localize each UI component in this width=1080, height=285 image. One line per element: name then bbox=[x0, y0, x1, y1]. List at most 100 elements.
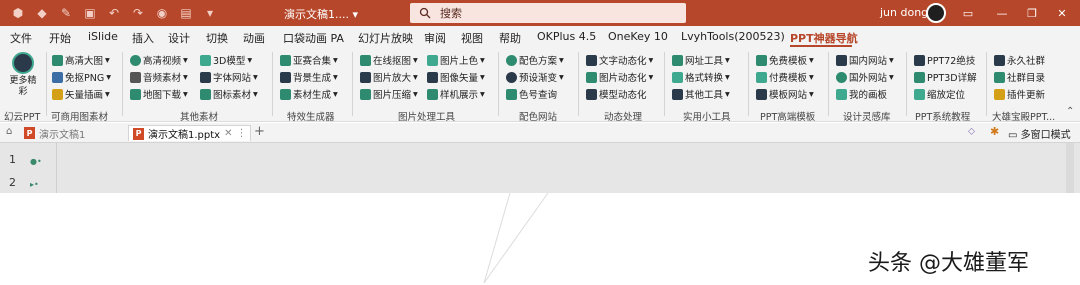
tab-review[interactable]: 审阅 bbox=[424, 30, 446, 46]
effects-collection-button[interactable]: 亚赛合集 ▾ bbox=[280, 52, 338, 68]
tab-lvyhtools[interactable]: LvyhTools(200523) bbox=[681, 30, 785, 43]
close-tab-icon[interactable]: ✕ bbox=[224, 128, 232, 139]
document-tab-active[interactable]: P 演示文稿1.pptx ✕ ⋮ bbox=[128, 125, 252, 141]
tab-islide[interactable]: iSlide bbox=[88, 30, 118, 43]
plugin-update-button[interactable]: 插件更新 bbox=[994, 86, 1045, 102]
item-label: 亚赛合集 bbox=[293, 56, 332, 67]
pin-icon[interactable]: ⬢ bbox=[8, 3, 28, 23]
save-icon[interactable]: ▣ bbox=[80, 3, 100, 23]
3d-model-button[interactable]: 3D模型 ▾ bbox=[200, 52, 252, 68]
gradient-button[interactable]: 预设渐变 ▾ bbox=[506, 69, 564, 85]
community-button[interactable]: 永久社群 bbox=[994, 52, 1045, 68]
globe-icon bbox=[836, 71, 847, 83]
tab-insert[interactable]: 插入 bbox=[132, 30, 154, 46]
shape-icon[interactable]: ◉ bbox=[152, 3, 172, 23]
icon-material-button[interactable]: 图标素材 ▾ bbox=[200, 86, 258, 102]
tab-transitions[interactable]: 切换 bbox=[206, 30, 228, 46]
restore-icon[interactable]: ❐ bbox=[1022, 4, 1042, 22]
document-tab[interactable]: P 演示文稿1 bbox=[24, 125, 85, 141]
more-button[interactable]: 更多精彩 bbox=[6, 52, 40, 106]
template-site-button[interactable]: 模板网站 ▾ bbox=[756, 86, 814, 102]
close-icon[interactable]: ✕ bbox=[1052, 4, 1072, 22]
settings-icon[interactable]: ✱ bbox=[990, 125, 999, 138]
avatar[interactable] bbox=[926, 3, 946, 23]
png-button[interactable]: 免抠PNG ▾ bbox=[52, 69, 111, 85]
tab-animations[interactable]: 动画 bbox=[243, 30, 265, 46]
hd-video-button[interactable]: 高清视频 ▾ bbox=[130, 52, 188, 68]
ppt72-button[interactable]: PPT72绝技 bbox=[914, 52, 975, 68]
tab-view[interactable]: 视图 bbox=[461, 30, 483, 46]
redo-icon[interactable]: ↷ bbox=[128, 3, 148, 23]
search-icon bbox=[410, 7, 440, 19]
online-cutout-button[interactable]: 在线抠图 ▾ bbox=[360, 52, 418, 68]
item-label: 矢量插画 bbox=[65, 90, 104, 101]
audio-button[interactable]: 音频素材 ▾ bbox=[130, 69, 188, 85]
tab-design[interactable]: 设计 bbox=[168, 30, 190, 46]
multi-window-mode-button[interactable]: ▭ 多窗口模式 bbox=[1008, 126, 1071, 141]
format-convert-button[interactable]: 格式转换 ▾ bbox=[672, 69, 730, 85]
url-tool-button[interactable]: 网址工具 ▾ bbox=[672, 52, 730, 68]
minimize-icon[interactable]: — bbox=[992, 4, 1012, 22]
tab-slideshow[interactable]: 幻灯片放映 bbox=[358, 30, 413, 46]
collapse-ribbon-icon[interactable]: ⌃ bbox=[1066, 106, 1074, 117]
slide-number[interactable]: 2 bbox=[9, 176, 16, 189]
hd-image-button[interactable]: 高清大图 ▾ bbox=[52, 52, 110, 68]
color-code-button[interactable]: 色号查询 bbox=[506, 86, 557, 102]
tab-file[interactable]: 文件 bbox=[10, 30, 32, 46]
paid-template-button[interactable]: 付费模板 ▾ bbox=[756, 69, 814, 85]
customize-icon[interactable]: ▾ bbox=[200, 3, 220, 23]
image-animate-button[interactable]: 图片动态化 ▾ bbox=[586, 69, 653, 85]
ppt3d-button[interactable]: PPT3D详解 bbox=[914, 69, 977, 85]
update-icon bbox=[994, 88, 1005, 100]
background-generator-button[interactable]: 背景生成 ▾ bbox=[280, 69, 338, 85]
pin-window-icon[interactable]: ⬦ bbox=[968, 126, 975, 137]
material-generator-button[interactable]: 素材生成 ▾ bbox=[280, 86, 338, 102]
user-name[interactable]: jun dong bbox=[880, 6, 928, 19]
item-label: 背景生成 bbox=[293, 73, 332, 84]
vector-illustration-button[interactable]: 矢量插画 ▾ bbox=[52, 86, 110, 102]
tab-help[interactable]: 帮助 bbox=[499, 30, 521, 46]
quick-access-toolbar: ⬢ ◆ ✎ ▣ ↶ ↷ ◉ ▤ ▾ bbox=[8, 3, 220, 23]
image-colorize-button[interactable]: 图片上色 ▾ bbox=[427, 52, 485, 68]
tab-pocket-animation[interactable]: 口袋动画 PA bbox=[283, 30, 344, 46]
ribbon-display-icon[interactable]: ▭ bbox=[958, 4, 978, 22]
undo-icon[interactable]: ↶ bbox=[104, 3, 124, 23]
document-title[interactable]: 演示文稿1.... ▾ bbox=[284, 6, 358, 22]
slide-number[interactable]: 1 bbox=[9, 153, 16, 166]
group-label: 可商用图素材 bbox=[51, 112, 109, 123]
item-label: 国外网站 bbox=[849, 73, 888, 84]
group-separator bbox=[122, 52, 123, 116]
palette-icon[interactable]: ◆ bbox=[32, 3, 52, 23]
zoom-position-button[interactable]: 缩放定位 bbox=[914, 86, 965, 102]
vertical-scrollbar[interactable] bbox=[1066, 143, 1074, 193]
present-icon[interactable]: ▤ bbox=[176, 3, 196, 23]
domestic-sites-button[interactable]: 国内网站 ▾ bbox=[836, 52, 894, 68]
foreign-sites-button[interactable]: 国外网站 ▾ bbox=[836, 69, 894, 85]
other-tools-button[interactable]: 其他工具 ▾ bbox=[672, 86, 730, 102]
item-label: 高清视频 bbox=[143, 56, 182, 67]
color-scheme-button[interactable]: 配色方案 ▾ bbox=[506, 52, 564, 68]
slide-thumbnail-pane[interactable]: 1 ●• 2 ▸• bbox=[0, 143, 57, 193]
image-animate-icon bbox=[586, 71, 597, 83]
tab-menu-icon[interactable]: ⋮ bbox=[236, 128, 246, 139]
community-index-button[interactable]: 社群目录 bbox=[994, 69, 1045, 85]
tab-home-icon[interactable]: ⌂ bbox=[6, 126, 12, 137]
brush-icon[interactable]: ✎ bbox=[56, 3, 76, 23]
model-animate-button[interactable]: 模型动态化 bbox=[586, 86, 647, 102]
map-download-button[interactable]: 地图下载 ▾ bbox=[130, 86, 188, 102]
tab-onekey[interactable]: OneKey 10 bbox=[608, 30, 668, 43]
image-upscale-button[interactable]: 图片放大 ▾ bbox=[360, 69, 418, 85]
tab-home[interactable]: 开始 bbox=[49, 30, 71, 46]
search-input[interactable]: 搜索 bbox=[410, 3, 686, 23]
mockup-button[interactable]: 样机展示 ▾ bbox=[427, 86, 485, 102]
free-template-button[interactable]: 免费模板 ▾ bbox=[756, 52, 814, 68]
my-board-button[interactable]: 我的画板 bbox=[836, 86, 887, 102]
monitor-icon bbox=[280, 71, 291, 83]
image-compress-button[interactable]: 图片压缩 ▾ bbox=[360, 86, 418, 102]
text-animate-button[interactable]: 文字动态化 ▾ bbox=[586, 52, 653, 68]
tab-ppt-navigator[interactable]: PPT神器导航 bbox=[790, 30, 858, 46]
font-site-button[interactable]: 字体网站 ▾ bbox=[200, 69, 258, 85]
tab-okplus[interactable]: OKPlus 4.5 bbox=[537, 30, 596, 43]
new-tab-icon[interactable]: + bbox=[254, 124, 265, 139]
image-vectorize-button[interactable]: 图像矢量 ▾ bbox=[427, 69, 485, 85]
